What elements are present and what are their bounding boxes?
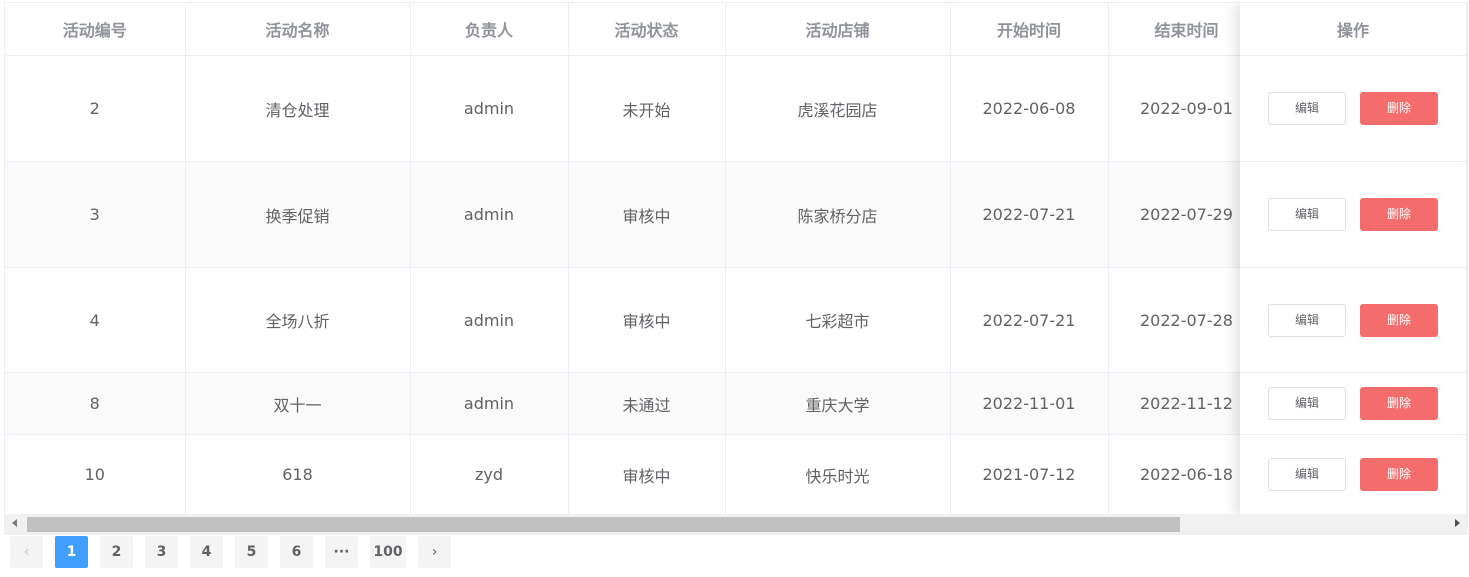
edit-button[interactable]: 编辑 [1268,92,1346,125]
header-activity-store: 活动店铺 [725,3,951,56]
scroll-right-arrow-icon[interactable] [1455,519,1460,527]
cell-actions: 编辑 删除 [1240,161,1467,268]
page-1-button[interactable]: 1 [55,536,88,568]
cell-owner: admin [410,267,569,373]
header-owner: 负责人 [410,3,569,56]
prev-page-button[interactable]: ‹ [10,536,43,568]
cell-store: 快乐时光 [725,434,951,514]
page-3-button[interactable]: 3 [145,536,178,568]
header-actions: 操作 [1240,3,1467,56]
cell-activity-id: 4 [5,267,186,373]
cell-activity-id: 2 [5,55,186,162]
cell-activity-id: 8 [5,372,186,435]
edit-button[interactable]: 编辑 [1268,458,1346,491]
delete-button[interactable]: 删除 [1360,387,1438,420]
table-header-row: 操作 [1240,3,1467,56]
cell-store: 重庆大学 [725,372,951,435]
delete-button[interactable]: 删除 [1360,303,1438,337]
cell-status: 未开始 [568,55,726,162]
table-row: 编辑 删除 [1240,161,1467,268]
activity-table: 活动编号 活动名称 负责人 活动状态 活动店铺 开始时间 结束时间 2 清仓处理… [4,2,1468,514]
page-4-button[interactable]: 4 [190,536,223,568]
page-5-button[interactable]: 5 [235,536,268,568]
header-activity-status: 活动状态 [568,3,726,56]
scrollbar-thumb[interactable] [27,517,1180,532]
cell-activity-id: 3 [5,161,186,268]
cell-status: 审核中 [568,434,726,514]
cell-activity-name: 双十一 [185,372,411,435]
table-row: 编辑 删除 [1240,372,1467,435]
horizontal-scrollbar[interactable] [4,514,1468,535]
cell-activity-name: 全场八折 [185,267,411,373]
delete-button[interactable]: 删除 [1360,92,1438,125]
cell-owner: admin [410,55,569,162]
cell-activity-name: 换季促销 [185,161,411,268]
cell-start-time: 2022-07-21 [950,267,1109,373]
edit-button[interactable]: 编辑 [1268,387,1346,420]
cell-activity-name: 清仓处理 [185,55,411,162]
cell-store: 七彩超市 [725,267,951,373]
page-6-button[interactable]: 6 [280,536,313,568]
delete-button[interactable]: 删除 [1360,458,1438,491]
header-activity-name: 活动名称 [185,3,411,56]
scroll-left-arrow-icon[interactable] [12,519,17,527]
cell-start-time: 2021-07-12 [950,434,1109,514]
edit-button[interactable]: 编辑 [1268,198,1346,231]
page-2-button[interactable]: 2 [100,536,133,568]
cell-start-time: 2022-07-21 [950,161,1109,268]
edit-button[interactable]: 编辑 [1268,303,1346,337]
next-page-button[interactable]: › [418,536,451,568]
page-100-button[interactable]: 100 [370,536,406,568]
cell-status: 审核中 [568,161,726,268]
cell-actions: 编辑 删除 [1240,55,1467,162]
cell-actions: 编辑 删除 [1240,267,1467,373]
cell-status: 未通过 [568,372,726,435]
cell-owner: admin [410,372,569,435]
cell-actions: 编辑 删除 [1240,434,1467,514]
delete-button[interactable]: 删除 [1360,198,1438,231]
table-row: 编辑 删除 [1240,267,1467,373]
actions-table: 操作 编辑 删除 编辑 删除 编辑 删除 编辑 删除 编辑 删除 [1240,3,1467,514]
cell-store: 陈家桥分店 [725,161,951,268]
cell-activity-name: 618 [185,434,411,514]
cell-status: 审核中 [568,267,726,373]
cell-activity-id: 10 [5,434,186,514]
cell-owner: admin [410,161,569,268]
cell-start-time: 2022-06-08 [950,55,1109,162]
cell-actions: 编辑 删除 [1240,372,1467,435]
more-pages-button[interactable]: ··· [325,536,358,568]
cell-store: 虎溪花园店 [725,55,951,162]
fixed-actions-column: 操作 编辑 删除 编辑 删除 编辑 删除 编辑 删除 编辑 删除 [1240,3,1467,514]
header-start-time: 开始时间 [950,3,1109,56]
cell-owner: zyd [410,434,569,514]
header-activity-id: 活动编号 [5,3,186,56]
table-row: 编辑 删除 [1240,55,1467,162]
table-row: 编辑 删除 [1240,434,1467,514]
cell-start-time: 2022-11-01 [950,372,1109,435]
